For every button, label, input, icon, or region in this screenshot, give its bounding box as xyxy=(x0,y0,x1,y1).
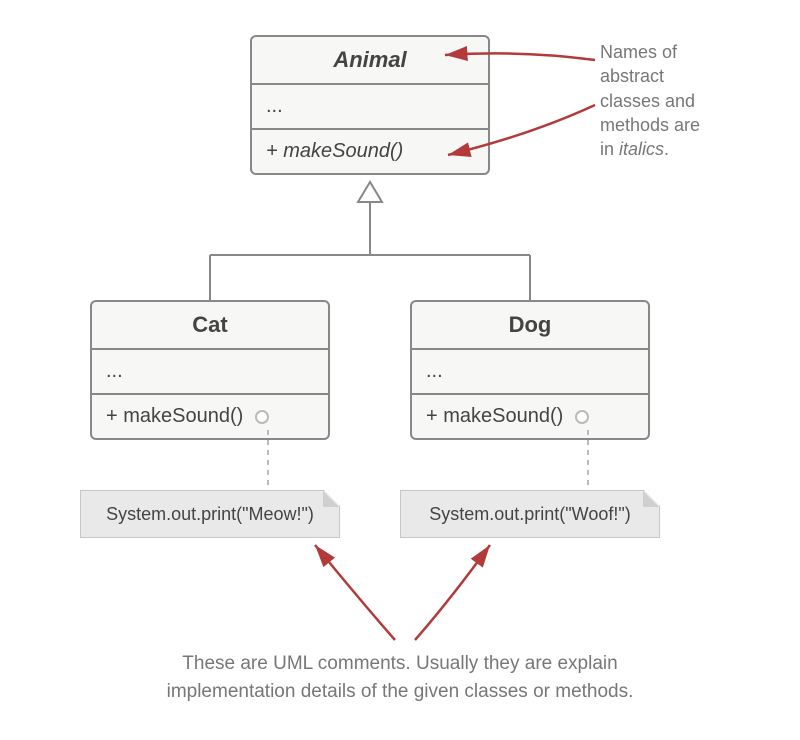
annot-text: . xyxy=(664,139,669,159)
class-cat-attrs: ... xyxy=(92,350,328,395)
lollipop-icon xyxy=(575,410,589,424)
class-dog-attrs: ... xyxy=(412,350,648,395)
annot-italic: italics xyxy=(619,139,664,159)
note-cat-text: System.out.print("Meow!") xyxy=(106,504,314,525)
class-dog-method: + makeSound() xyxy=(412,395,648,438)
annot-text: methods are xyxy=(600,115,700,135)
class-animal-title: Animal xyxy=(252,37,488,85)
class-cat-method-text: + makeSound() xyxy=(106,405,243,427)
class-cat-title: Cat xyxy=(92,302,328,350)
inheritance-triangle-icon xyxy=(358,182,382,202)
annot-text: classes and xyxy=(600,91,695,111)
annot-text: Names of xyxy=(600,42,677,62)
class-animal: Animal ... + makeSound() xyxy=(250,35,490,175)
class-animal-method-text: + makeSound() xyxy=(266,140,403,162)
annotation-abstract: Names of abstract classes and methods ar… xyxy=(600,40,760,161)
class-dog-title: Dog xyxy=(412,302,648,350)
class-dog-method-text: + makeSound() xyxy=(426,405,563,427)
class-dog: Dog ... + makeSound() xyxy=(410,300,650,440)
caption-line1: These are UML comments. Usually they are… xyxy=(182,653,617,674)
arrow-icon xyxy=(315,545,395,640)
caption-line2: implementation details of the given clas… xyxy=(167,681,634,702)
class-animal-method: + makeSound() xyxy=(252,130,488,173)
arrow-icon xyxy=(415,545,490,640)
note-dog-text: System.out.print("Woof!") xyxy=(429,504,631,525)
annotation-comments: These are UML comments. Usually they are… xyxy=(80,650,720,705)
class-cat: Cat ... + makeSound() xyxy=(90,300,330,440)
annot-text: in xyxy=(600,139,619,159)
lollipop-icon xyxy=(255,410,269,424)
note-cat: System.out.print("Meow!") xyxy=(80,490,340,538)
uml-canvas: Animal ... + makeSound() Cat ... + makeS… xyxy=(0,0,800,740)
annot-text: abstract xyxy=(600,66,664,86)
class-animal-attrs: ... xyxy=(252,85,488,130)
note-dog: System.out.print("Woof!") xyxy=(400,490,660,538)
class-cat-method: + makeSound() xyxy=(92,395,328,438)
